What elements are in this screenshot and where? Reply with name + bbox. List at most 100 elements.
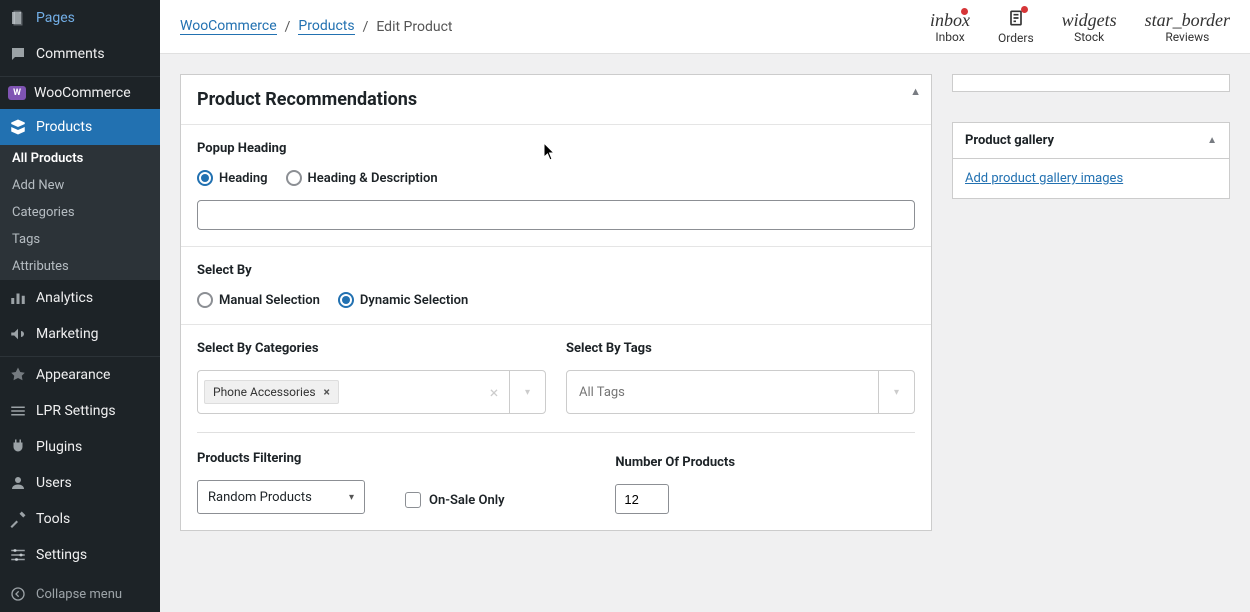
collapse-label: Collapse menu	[36, 587, 122, 602]
remove-tag-icon[interactable]: ×	[324, 385, 330, 399]
radio-heading-description[interactable]: Heading & Description	[286, 170, 438, 186]
topbar-reviews[interactable]: star_border Reviews	[1145, 10, 1230, 44]
select-by-label: Select By	[197, 263, 915, 278]
pages-icon	[8, 8, 28, 28]
panel-title: Product Recommendations	[197, 89, 417, 110]
sidebar-item-comments[interactable]: Comments	[0, 36, 160, 72]
analytics-icon	[8, 288, 28, 308]
breadcrumb: WooCommerce / Products / Edit Product	[180, 18, 452, 35]
sidebar-label: Tools	[36, 511, 70, 527]
checkbox-label: On-Sale Only	[429, 493, 505, 508]
sidebar-item-lpr-settings[interactable]: LPR Settings	[0, 393, 160, 429]
popup-heading-input[interactable]	[197, 200, 915, 230]
tags-dropdown-icon[interactable]: ▾	[878, 371, 914, 413]
notification-dot	[1021, 6, 1028, 13]
topbar-stock[interactable]: widgets Stock	[1062, 10, 1117, 44]
panel-toggle-arrow[interactable]: ▲	[910, 85, 921, 98]
submenu-categories[interactable]: Categories	[0, 199, 160, 226]
submenu-tags[interactable]: Tags	[0, 226, 160, 253]
radio-heading[interactable]: Heading	[197, 170, 268, 186]
checkbox-icon	[405, 492, 421, 508]
sidebar-item-pages[interactable]: Pages	[0, 0, 160, 36]
collapse-menu[interactable]: Collapse menu	[0, 576, 160, 612]
sidebar-item-products[interactable]: Products	[0, 109, 160, 145]
sidebar-item-woocommerce[interactable]: W WooCommerce	[0, 77, 160, 109]
breadcrumb-products[interactable]: Products	[298, 18, 354, 35]
sidebar-item-plugins[interactable]: Plugins	[0, 429, 160, 465]
breadcrumb-separator: /	[285, 19, 291, 35]
sidebar-label: Appearance	[36, 367, 110, 383]
main-column: ▲ Product Recommendations Popup Heading …	[180, 74, 932, 592]
categories-tags-area: Phone Accessories ×	[198, 374, 479, 410]
breadcrumb-woocommerce[interactable]: WooCommerce	[180, 18, 277, 35]
popup-heading-section: Popup Heading Heading Heading & Descript…	[181, 125, 931, 247]
number-of-products-col: Number Of Products	[615, 455, 735, 514]
appearance-icon	[8, 365, 28, 385]
tags-multiselect[interactable]: All Tags ▾	[566, 370, 915, 414]
sidebar-label: Marketing	[36, 326, 99, 342]
users-icon	[8, 473, 28, 493]
radio-dynamic-selection[interactable]: Dynamic Selection	[338, 292, 468, 308]
products-icon	[8, 117, 28, 137]
side-column: Product gallery ▲ Add product gallery im…	[952, 74, 1230, 592]
select-by-radios: Manual Selection Dynamic Selection	[197, 292, 915, 308]
radio-label: Heading	[219, 171, 268, 186]
tags-placeholder: All Tags	[573, 385, 625, 400]
divider	[197, 432, 915, 433]
products-filtering-col: Products Filtering Random Products ▾	[197, 451, 365, 514]
topbar-actions: inbox Inbox Orders widgets Stock star	[930, 8, 1230, 45]
sidebar-label: Comments	[36, 46, 105, 62]
select-by-tags-label: Select By Tags	[566, 341, 915, 356]
sidebar-item-tools[interactable]: Tools	[0, 501, 160, 537]
category-tag-chip: Phone Accessories ×	[204, 380, 339, 404]
select-by-categories-label: Select By Categories	[197, 341, 546, 356]
topbar-orders[interactable]: Orders	[998, 8, 1034, 45]
settings-icon	[8, 545, 28, 565]
chevron-down-icon: ▾	[349, 492, 354, 503]
sidebar-item-settings[interactable]: Settings	[0, 537, 160, 573]
gallery-toggle-icon[interactable]: ▲	[1207, 135, 1217, 146]
gallery-panel-header: Product gallery ▲	[953, 123, 1229, 159]
product-recommendations-panel: ▲ Product Recommendations Popup Heading …	[180, 74, 932, 531]
radio-circle-icon	[197, 170, 213, 186]
radio-circle-icon	[338, 292, 354, 308]
content-wrap: ▲ Product Recommendations Popup Heading …	[160, 54, 1250, 612]
gallery-panel-body: Add product gallery images	[953, 159, 1229, 198]
breadcrumb-current: Edit Product	[376, 19, 452, 35]
select-value: Random Products	[208, 490, 312, 505]
products-filtering-select[interactable]: Random Products ▾	[197, 480, 365, 514]
products-submenu: All Products Add New Categories Tags Att…	[0, 145, 160, 280]
topbar: WooCommerce / Products / Edit Product in…	[160, 0, 1250, 54]
product-gallery-panel: Product gallery ▲ Add product gallery im…	[952, 122, 1230, 199]
sidebar-item-users[interactable]: Users	[0, 465, 160, 501]
radio-circle-icon	[197, 292, 213, 308]
lpr-icon	[8, 401, 28, 421]
add-gallery-images-link[interactable]: Add product gallery images	[965, 171, 1123, 186]
sidebar-item-analytics[interactable]: Analytics	[0, 280, 160, 316]
sidebar-item-appearance[interactable]: Appearance	[0, 357, 160, 393]
gallery-title: Product gallery	[965, 133, 1054, 148]
number-of-products-label: Number Of Products	[615, 455, 735, 470]
collapse-icon	[8, 584, 28, 604]
topbar-label: Orders	[998, 31, 1034, 45]
tags-tags-area: All Tags	[567, 379, 878, 406]
panel-header: Product Recommendations	[181, 75, 931, 125]
categories-dropdown-icon[interactable]: ▾	[509, 371, 545, 413]
submenu-all-products[interactable]: All Products	[0, 145, 160, 172]
clear-categories-icon[interactable]: ×	[479, 383, 509, 402]
submenu-attributes[interactable]: Attributes	[0, 253, 160, 280]
sidebar-label: Plugins	[36, 439, 82, 455]
side-panel-collapsed[interactable]	[952, 74, 1230, 92]
categories-multiselect[interactable]: Phone Accessories × × ▾	[197, 370, 546, 414]
radio-manual-selection[interactable]: Manual Selection	[197, 292, 320, 308]
sidebar-label: Products	[36, 119, 92, 135]
sidebar-label: Analytics	[36, 290, 93, 306]
number-of-products-input[interactable]	[615, 484, 669, 514]
filter-section: Select By Categories Phone Accessories ×	[181, 325, 931, 530]
sidebar-label: LPR Settings	[36, 403, 116, 419]
topbar-inbox[interactable]: inbox Inbox	[930, 10, 970, 44]
on-sale-only-checkbox[interactable]: On-Sale Only	[405, 492, 505, 508]
woocommerce-icon: W	[8, 86, 26, 100]
submenu-add-new[interactable]: Add New	[0, 172, 160, 199]
sidebar-item-marketing[interactable]: Marketing	[0, 316, 160, 352]
